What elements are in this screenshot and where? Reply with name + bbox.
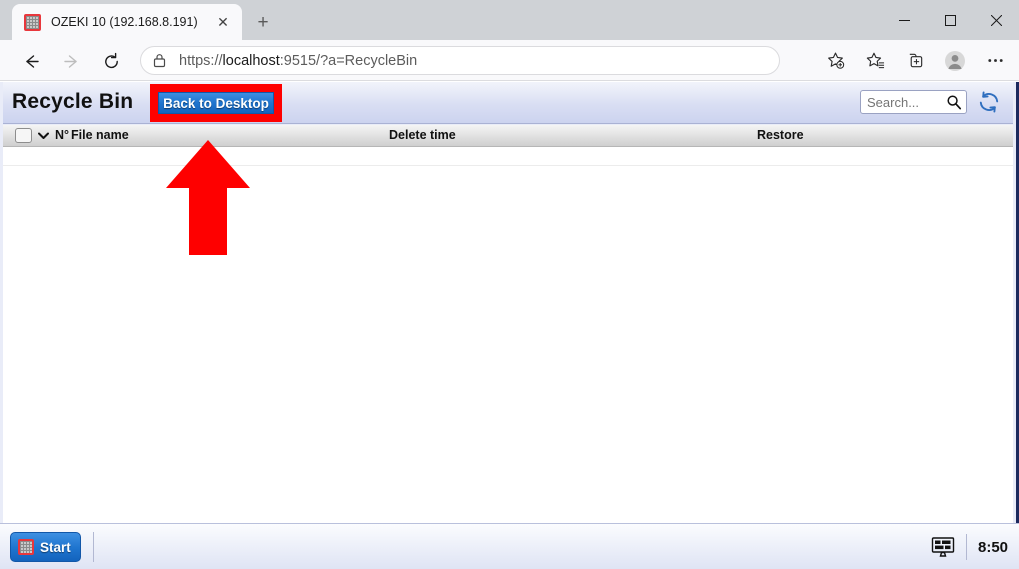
- red-up-arrow-annotation: [166, 140, 250, 255]
- show-desktop-monitor-icon[interactable]: [928, 535, 958, 559]
- window-close-icon[interactable]: [973, 0, 1019, 40]
- app-header: Recycle Bin Back to Desktop: [3, 82, 1013, 124]
- maximize-icon[interactable]: [927, 0, 973, 40]
- favorites-icon[interactable]: [855, 46, 895, 75]
- chevron-down-icon[interactable]: [36, 128, 50, 144]
- browser-titlebar: OZEKI 10 (192.168.8.191) ✕ +: [0, 0, 1019, 40]
- file-list-body: [3, 147, 1013, 559]
- taskbar-divider: [93, 532, 94, 562]
- search-box: [860, 90, 967, 114]
- ozeki-grid-icon: [18, 539, 34, 555]
- select-all-checkbox[interactable]: [15, 128, 32, 143]
- browser-toolbar: https://localhost:9515/?a=RecycleBin: [0, 40, 1019, 81]
- back-to-desktop-highlight: Back to Desktop: [150, 84, 282, 122]
- column-header-restore[interactable]: Restore: [757, 128, 804, 142]
- settings-more-icon[interactable]: [975, 46, 1015, 75]
- tray-divider: [966, 534, 967, 560]
- screen-root: OZEKI 10 (192.168.8.191) ✕ + https://loc…: [0, 0, 1019, 569]
- clock[interactable]: 8:50: [975, 539, 1011, 556]
- table-header-row: N° File name Delete time Restore: [3, 125, 1013, 147]
- column-header-num[interactable]: N°: [55, 128, 69, 142]
- forward-arrow-icon: [58, 48, 84, 74]
- ozeki-page: Recycle Bin Back to Desktop Search... N°…: [0, 82, 1019, 569]
- tab-title: OZEKI 10 (192.168.8.191): [51, 15, 198, 29]
- browser-toolbar-icons: [815, 46, 1015, 75]
- collections-icon[interactable]: [895, 46, 935, 75]
- url-text: https://localhost:9515/?a=RecycleBin: [179, 52, 418, 69]
- lock-icon: [153, 53, 169, 68]
- page-title: Recycle Bin: [12, 90, 134, 113]
- window-controls: [881, 0, 1019, 40]
- profile-icon[interactable]: [935, 46, 975, 75]
- ozeki-grid-icon: [24, 13, 41, 31]
- browser-tab[interactable]: OZEKI 10 (192.168.8.191) ✕: [12, 4, 242, 40]
- column-header-filename[interactable]: File name: [71, 128, 129, 142]
- taskbar: Start 8:50: [0, 523, 1019, 569]
- back-arrow-icon[interactable]: [18, 48, 44, 74]
- system-tray: 8:50: [928, 524, 1011, 569]
- reload-icon[interactable]: [98, 48, 124, 74]
- start-button-label: Start: [40, 539, 71, 555]
- address-bar[interactable]: https://localhost:9515/?a=RecycleBin: [140, 46, 780, 75]
- add-favorite-icon[interactable]: [815, 46, 855, 75]
- refresh-circular-arrows-icon[interactable]: [975, 88, 1003, 116]
- column-header-deletetime[interactable]: Delete time: [389, 128, 456, 142]
- start-button[interactable]: Start: [10, 532, 81, 562]
- back-to-desktop-button[interactable]: Back to Desktop: [158, 92, 274, 114]
- minimize-icon[interactable]: [881, 0, 927, 40]
- search-magnifier-icon[interactable]: [946, 94, 962, 110]
- new-tab-button[interactable]: +: [250, 10, 276, 36]
- close-icon[interactable]: ✕: [212, 11, 234, 33]
